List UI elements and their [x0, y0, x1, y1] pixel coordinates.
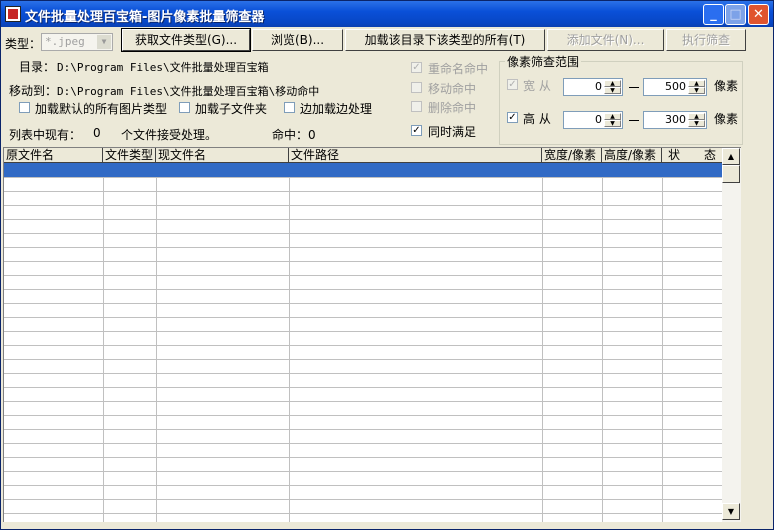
both-satisfy-label: 同时满足: [428, 125, 477, 139]
main-window: 文件批量处理百宝箱-图片像素批量筛查器 _ □ ✕ 类型： *.jpeg ▼ 获…: [0, 0, 774, 530]
window-title: 文件批量处理百宝箱-图片像素批量筛查器: [25, 10, 265, 25]
hit-count: 命中：0: [272, 128, 316, 142]
grid-lines: [4, 163, 723, 522]
height-to-value: 300: [665, 113, 686, 126]
rename-hit-checkbox[interactable]: ✓: [411, 62, 422, 73]
height-from-label: 高 从: [523, 112, 551, 126]
vertical-scrollbar[interactable]: ▲ ▼: [722, 147, 741, 522]
column-header-status[interactable]: 状 态: [662, 148, 723, 163]
list-count-label: 列表中现有：: [9, 128, 82, 142]
move-hit-label: 移动命中: [428, 82, 477, 96]
type-select-value: *.jpeg: [45, 35, 85, 48]
type-select[interactable]: *.jpeg ▼: [41, 33, 113, 51]
height-to-spinner[interactable]: 300 ▲ ▼: [643, 111, 707, 129]
width-to-value: 500: [665, 80, 686, 93]
width-to-spinner[interactable]: 500 ▲ ▼: [643, 78, 707, 96]
type-label: 类型：: [5, 37, 42, 51]
height-from-spinner[interactable]: 0 ▲ ▼: [563, 111, 623, 129]
spin-down-icon[interactable]: ▼: [688, 87, 705, 94]
load-subfolders-checkbox[interactable]: [179, 102, 190, 113]
minimize-button[interactable]: _: [703, 4, 724, 25]
width-from-spinner[interactable]: 0 ▲ ▼: [563, 78, 623, 96]
spin-up-icon[interactable]: ▲: [688, 80, 705, 87]
move-to-path: D:\Program Files\文件批量处理百宝箱\移动命中: [57, 85, 320, 98]
height-unit-label: 像素: [714, 112, 739, 126]
move-to-label: 移动到：: [9, 84, 58, 98]
app-icon[interactable]: [5, 6, 21, 22]
add-file-button[interactable]: 添加文件(N)...: [547, 29, 664, 51]
get-file-types-button[interactable]: 获取文件类型(G)...: [121, 28, 251, 52]
close-button[interactable]: ✕: [748, 4, 769, 25]
list-count-suffix: 个文件接受处理。: [121, 128, 218, 142]
load-all-button[interactable]: 加载该目录下该类型的所有(T): [345, 29, 545, 51]
spin-up-icon[interactable]: ▲: [604, 113, 621, 120]
scroll-thumb[interactable]: [722, 165, 740, 183]
directory-path: D:\Program Files\文件批量处理百宝箱: [57, 61, 269, 74]
load-default-types-checkbox[interactable]: [19, 102, 30, 113]
spin-up-icon[interactable]: ▲: [688, 113, 705, 120]
process-while-loading-label: 边加载边处理: [300, 102, 373, 116]
run-filter-button[interactable]: 执行筛查: [666, 29, 746, 51]
rename-hit-label: 重命名命中: [428, 62, 489, 76]
grid-header: 原文件名 文件类型 现文件名 文件路径 宽度/像素 高度/像素 状 态: [4, 148, 723, 163]
column-header-height[interactable]: 高度/像素: [602, 148, 662, 163]
browse-button[interactable]: 浏览(B)...: [252, 29, 343, 51]
column-header-original-name[interactable]: 原文件名: [4, 148, 103, 163]
pixel-range-group: [499, 61, 743, 145]
chevron-down-icon[interactable]: ▼: [97, 35, 111, 49]
delete-hit-checkbox[interactable]: [411, 101, 422, 112]
spin-down-icon[interactable]: ▼: [688, 120, 705, 127]
width-from-value: 0: [595, 80, 602, 93]
column-header-file-type[interactable]: 文件类型: [103, 148, 156, 163]
spin-down-icon[interactable]: ▼: [604, 120, 621, 127]
process-while-loading-checkbox[interactable]: [284, 102, 295, 113]
width-filter-checkbox[interactable]: ✓: [507, 79, 518, 90]
spin-up-icon[interactable]: ▲: [604, 80, 621, 87]
height-filter-checkbox[interactable]: ✓: [507, 112, 518, 123]
selected-row[interactable]: [4, 163, 723, 177]
spin-down-icon[interactable]: ▼: [604, 87, 621, 94]
column-header-file-path[interactable]: 文件路径: [289, 148, 542, 163]
scroll-down-icon[interactable]: ▼: [722, 503, 740, 520]
directory-label: 目录：: [19, 60, 56, 74]
pixel-range-title: 像素筛查范围: [505, 53, 582, 70]
width-unit-label: 像素: [714, 79, 739, 93]
both-satisfy-checkbox[interactable]: ✓: [411, 125, 422, 136]
file-list-grid[interactable]: 原文件名 文件类型 现文件名 文件路径 宽度/像素 高度/像素 状 态: [3, 147, 723, 522]
scroll-up-icon[interactable]: ▲: [722, 148, 740, 165]
maximize-button[interactable]: □: [725, 4, 746, 25]
height-range-dash: [629, 120, 639, 121]
column-header-current-name[interactable]: 现文件名: [156, 148, 289, 163]
column-header-width[interactable]: 宽度/像素: [542, 148, 602, 163]
list-count-value: 0: [93, 126, 101, 140]
width-range-dash: [629, 87, 639, 88]
title-bar[interactable]: 文件批量处理百宝箱-图片像素批量筛查器 _ □ ✕: [1, 1, 773, 27]
load-default-types-label: 加载默认的所有图片类型: [35, 102, 168, 116]
width-from-label: 宽 从: [523, 79, 551, 93]
move-hit-checkbox[interactable]: [411, 82, 422, 93]
load-subfolders-label: 加载子文件夹: [195, 102, 268, 116]
height-from-value: 0: [595, 113, 602, 126]
delete-hit-label: 删除命中: [428, 101, 477, 115]
